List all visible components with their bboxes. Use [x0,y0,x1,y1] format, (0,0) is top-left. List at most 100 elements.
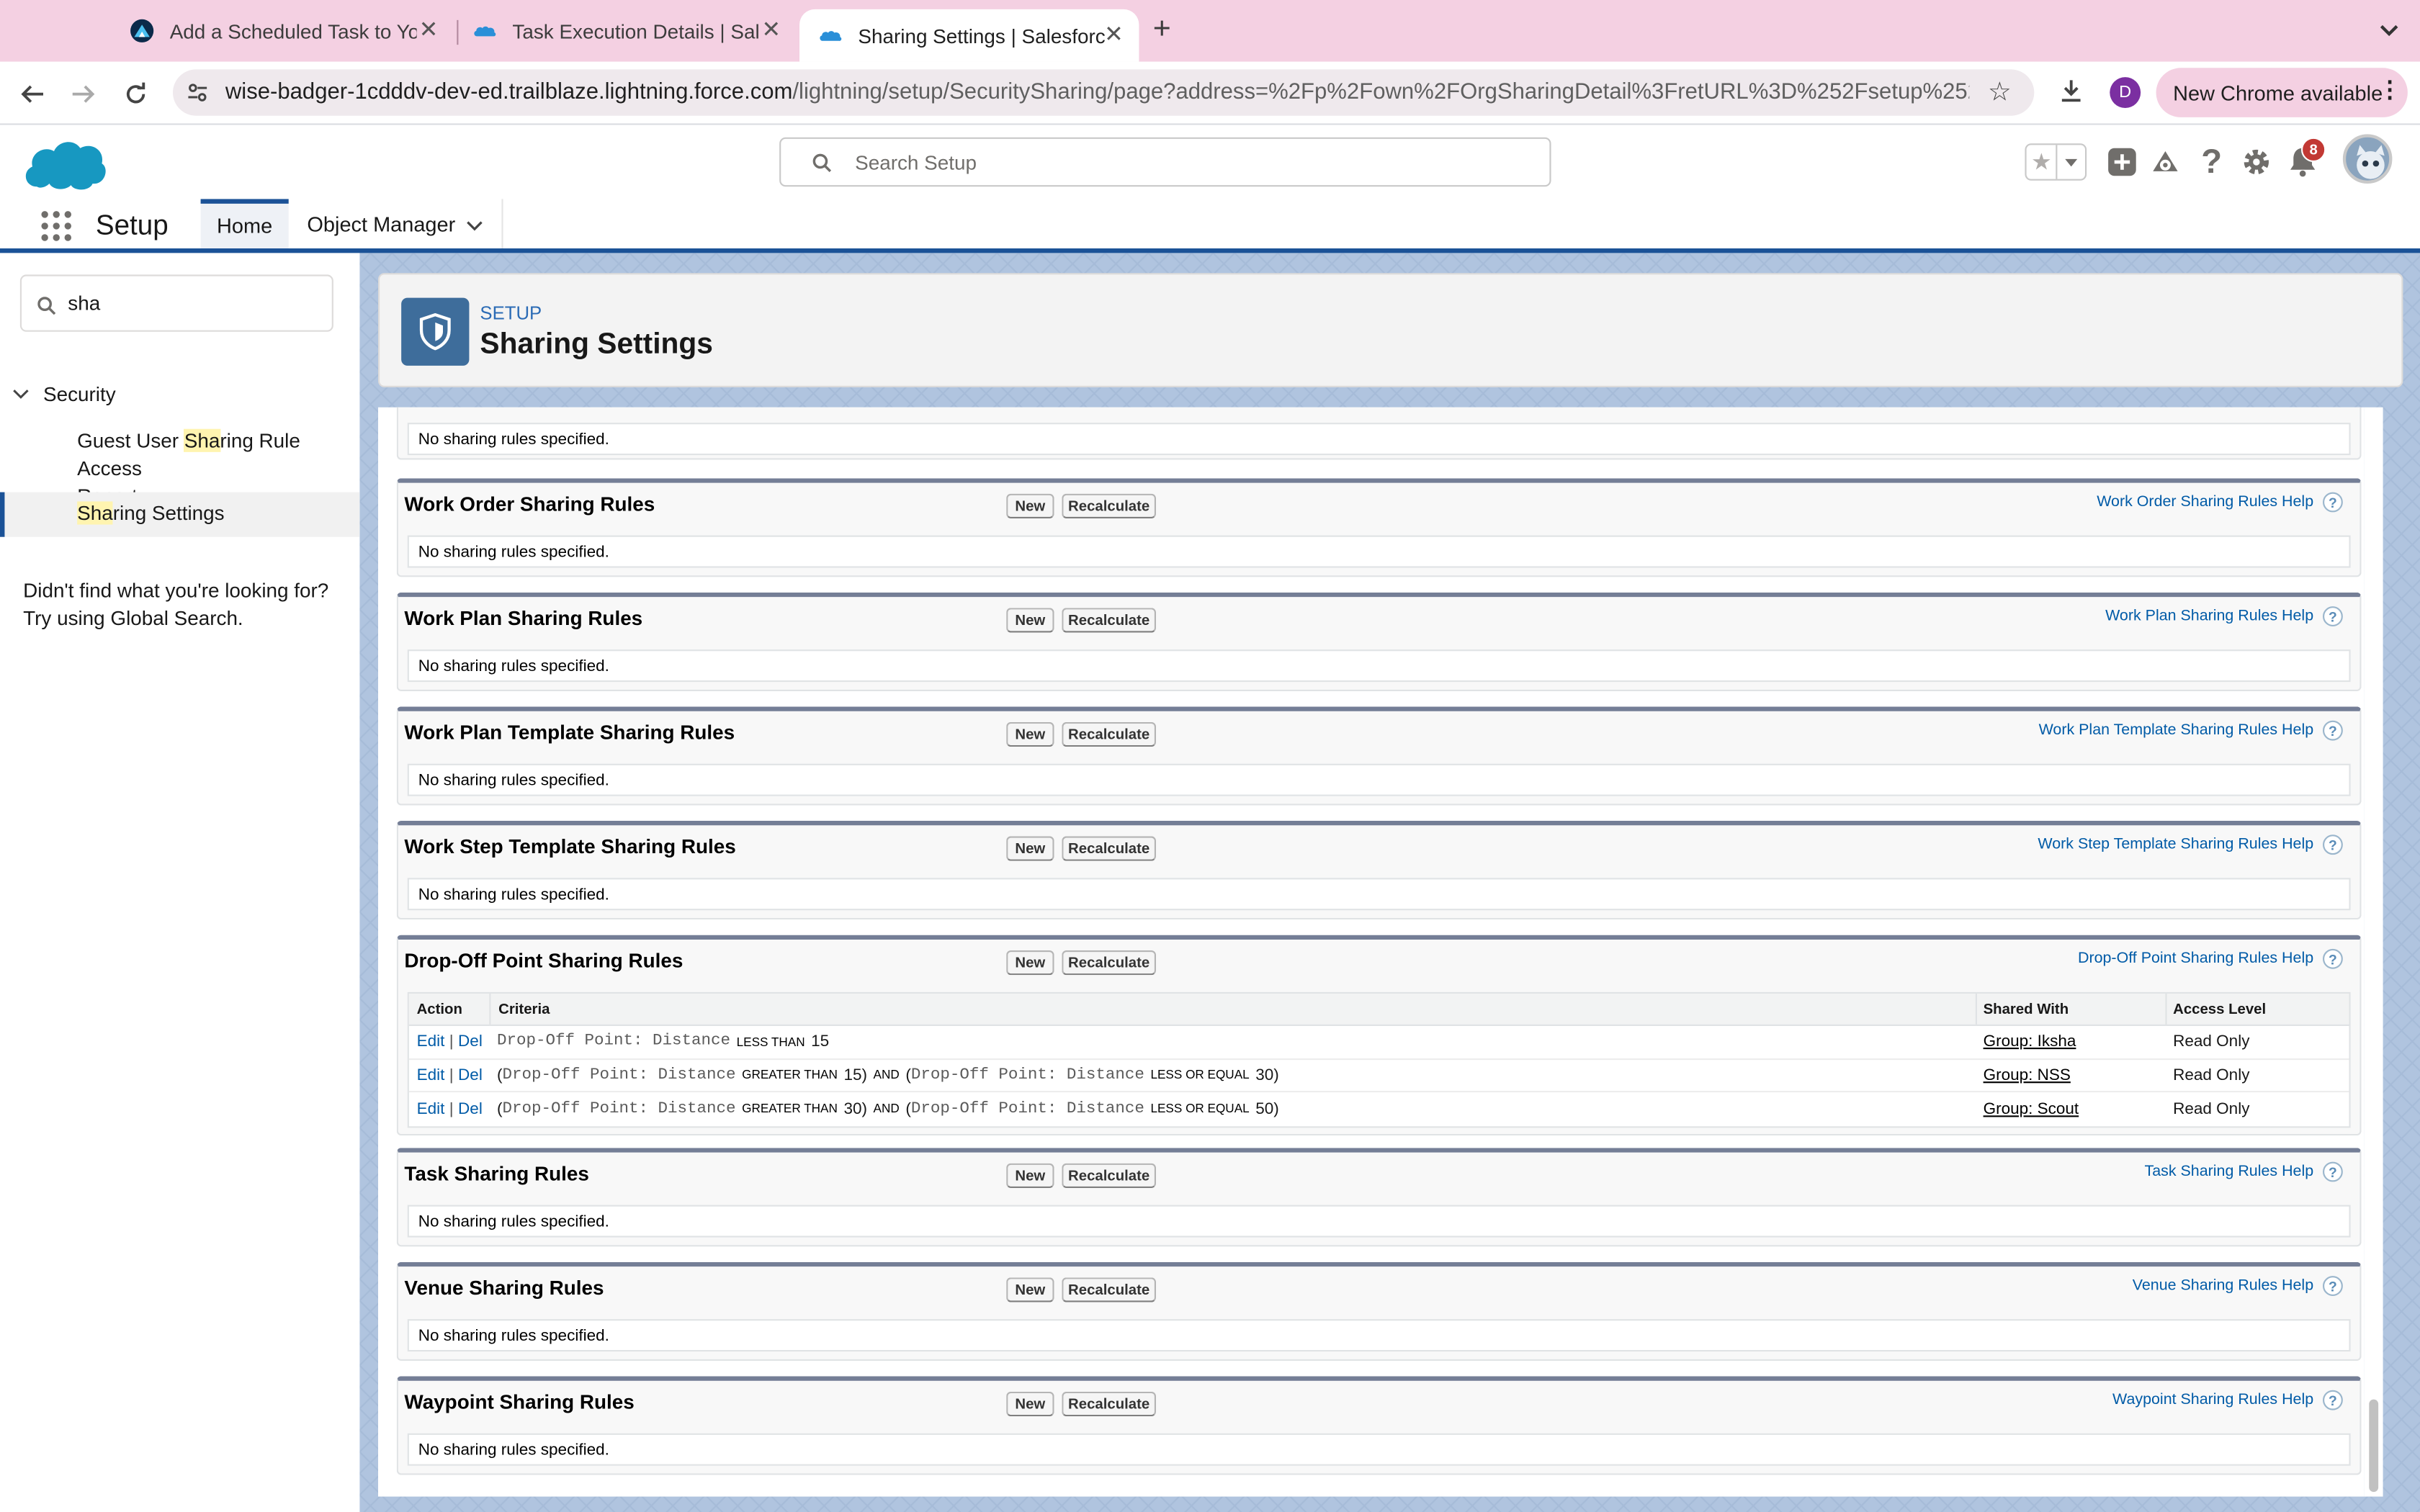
help-link[interactable]: Task Sharing Rules Help [2145,1164,2314,1181]
sidebar-item-sharing-settings[interactable]: Sharing Settings [0,492,360,537]
help-link[interactable]: Work Plan Template Sharing Rules Help [2039,722,2314,739]
shield-icon [401,297,470,366]
scrollbar-thumb[interactable] [2369,1399,2379,1493]
recalculate-button[interactable]: Recalculate [1062,721,1156,747]
help-icon[interactable]: ? [2196,142,2227,181]
new-button[interactable]: New [1006,721,1054,747]
chevron-down-icon[interactable] [12,389,30,400]
app-name: Setup [95,210,169,241]
tab-object-manager[interactable]: Object Manager [289,199,503,248]
help-link[interactable]: Work Step Template Sharing Rules Help [2038,836,2313,853]
edit-link[interactable]: Edit [417,1066,445,1084]
help-link[interactable]: Work Order Sharing Rules Help [2097,494,2313,511]
app-launcher-icon[interactable] [40,210,73,242]
screen: Add a Scheduled Task to Your ✕ Task Exec… [0,0,2420,1512]
content-scrollbar[interactable] [2364,407,2383,1497]
no-rules-text: No sharing rules specified. [407,1433,2351,1466]
no-rules-text: No sharing rules specified. [407,1319,2351,1352]
browser-tab-trailhead[interactable]: Add a Scheduled Task to Your ✕ [111,9,454,53]
tab-search-chevron-icon[interactable] [2372,15,2406,46]
search-icon [812,153,832,173]
new-tab-icon[interactable]: + [1153,14,1171,45]
recalculate-button[interactable]: Recalculate [1062,1391,1156,1417]
new-button[interactable]: New [1006,1277,1054,1302]
profile-avatar[interactable]: D [2110,77,2141,108]
no-rules-text: No sharing rules specified. [407,878,2351,911]
section-title: Work Step Template Sharing Rules [404,834,736,858]
global-actions-icon[interactable] [2107,147,2138,178]
no-rules-text: No sharing rules specified. [407,649,2351,683]
section-title: Task Sharing Rules [404,1161,589,1185]
favorite-star-icon[interactable]: ★ [2027,145,2057,179]
previous-section: No sharing rules specified. [396,407,2362,460]
help-icon[interactable]: ? [2323,1276,2343,1296]
help-icon[interactable]: ? [2323,606,2343,626]
trailhead-guidance-icon[interactable] [2150,147,2181,178]
recalculate-button[interactable]: Recalculate [1062,950,1156,976]
browser-tab-sharing-settings[interactable]: Sharing Settings | Salesforce ✕ [799,9,1139,62]
row-actions: Edit | Del [416,1066,483,1084]
new-button[interactable]: New [1006,836,1054,861]
recalculate-button[interactable]: Recalculate [1062,493,1156,518]
close-tab-icon[interactable]: ✕ [1104,22,1124,48]
new-button[interactable]: New [1006,608,1054,633]
setup-search-input[interactable]: Search Setup [779,137,1551,187]
back-icon[interactable] [15,77,49,111]
new-button[interactable]: New [1006,493,1054,518]
chrome-menu-icon[interactable]: ⋮ [2378,78,2401,103]
new-button[interactable]: New [1006,1163,1054,1188]
help-icon[interactable]: ? [2323,1390,2343,1410]
help-icon[interactable]: ? [2323,1161,2343,1182]
quick-find-input[interactable]: sha [19,274,333,332]
tab-home[interactable]: Home [200,199,289,248]
group-link[interactable]: Group: NSS [1984,1066,2071,1084]
group-link[interactable]: Group: Iksha [1984,1032,2076,1051]
recalculate-button[interactable]: Recalculate [1062,1277,1156,1302]
close-tab-icon[interactable]: ✕ [761,18,781,43]
browser-tab-task-execution[interactable]: Task Execution Details | Sales ✕ [454,9,797,53]
reload-icon[interactable] [119,77,153,111]
setup-gear-icon[interactable] [2241,147,2272,178]
setup-nav-bar: Setup Home Object Manager [0,199,2420,253]
section-work-order: Work Order Sharing Rules New Recalculate… [396,478,2362,577]
user-avatar[interactable] [2342,134,2393,184]
chevron-down-icon[interactable] [466,220,483,231]
access-level-cell: Read Only [2173,1099,2250,1119]
new-button[interactable]: New [1006,1391,1054,1417]
edit-link[interactable]: Edit [417,1099,445,1118]
help-link[interactable]: Work Plan Sharing Rules Help [2105,608,2313,625]
help-link[interactable]: Drop-Off Point Sharing Rules Help [2078,950,2313,968]
breadcrumb[interactable]: SETUP [480,302,542,324]
bookmark-star-icon[interactable]: ☆ [1988,77,2012,108]
download-icon[interactable] [2057,77,2085,105]
favorites-dropdown-icon[interactable] [2056,145,2085,179]
edit-link[interactable]: Edit [417,1032,445,1051]
sidebar-group-security[interactable]: Security [43,381,116,409]
salesforce-logo[interactable] [22,132,108,194]
criteria-cell: (Drop-Off Point: Distance GREATER THAN 3… [497,1099,1279,1119]
favorites-control[interactable]: ★ [2025,143,2087,181]
no-rules-text: No sharing rules specified. [407,535,2351,568]
help-icon[interactable]: ? [2323,948,2343,969]
recalculate-button[interactable]: Recalculate [1062,1163,1156,1188]
forward-icon[interactable] [66,77,100,111]
help-icon[interactable]: ? [2323,720,2343,741]
group-link[interactable]: Group: Scout [1984,1099,2079,1118]
section-drop-off-point: Drop-Off Point Sharing Rules New Recalcu… [396,935,2362,1136]
site-info-icon[interactable] [187,82,208,104]
recalculate-button[interactable]: Recalculate [1062,836,1156,861]
recalculate-button[interactable]: Recalculate [1062,608,1156,633]
help-link[interactable]: Venue Sharing Rules Help [2133,1277,2313,1295]
help-icon[interactable]: ? [2323,492,2343,513]
new-button[interactable]: New [1006,950,1054,976]
close-tab-icon[interactable]: ✕ [419,18,439,43]
address-bar[interactable]: wise-badger-1cdddv-dev-ed.trailblaze.lig… [173,69,2035,116]
salesforce-cloud-icon [820,31,842,41]
delete-link[interactable]: Del [458,1099,483,1118]
help-link[interactable]: Waypoint Sharing Rules Help [2112,1392,2313,1409]
search-icon [37,297,56,315]
chrome-update-button[interactable]: New Chrome available ⋮ [2156,68,2408,117]
help-icon[interactable]: ? [2323,834,2343,855]
delete-link[interactable]: Del [458,1066,483,1084]
delete-link[interactable]: Del [458,1032,483,1051]
